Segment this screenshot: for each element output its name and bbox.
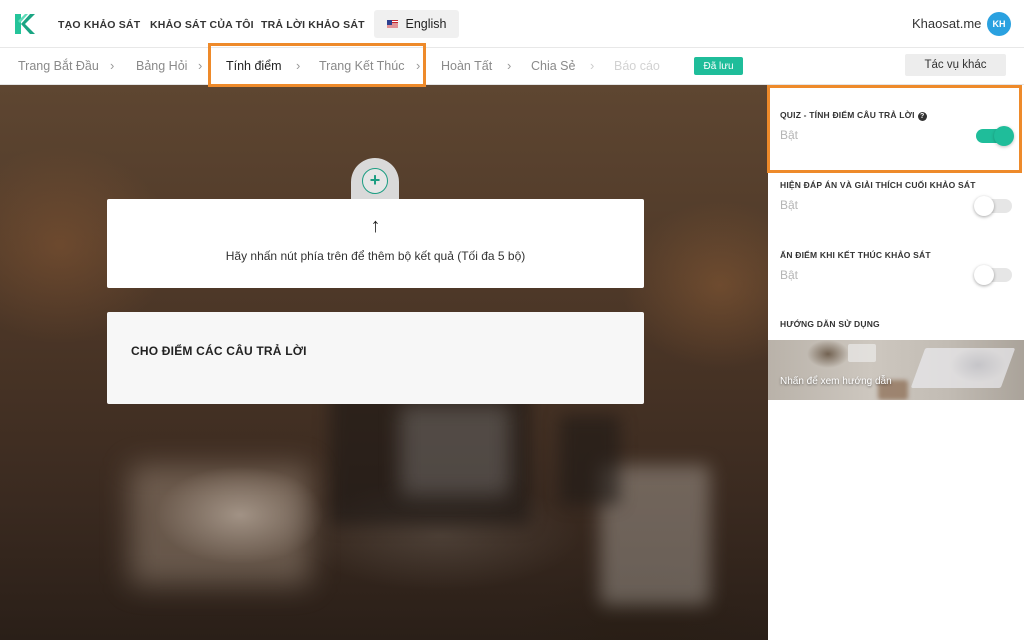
setting-show-answers-value: Bật	[780, 198, 799, 212]
quiz-scoring-toggle[interactable]	[976, 126, 1014, 146]
plus-circle-icon[interactable]: +	[362, 168, 388, 194]
user-guide-banner[interactable]: Nhấn để xem hướng dẫn	[768, 340, 1024, 400]
us-flag-icon	[386, 20, 398, 28]
chevron-right-icon: ›	[416, 58, 421, 73]
setting-hide-score-value: Bật	[780, 268, 799, 282]
step-start-page[interactable]: Trang Bắt Đầu	[18, 59, 99, 73]
chevron-right-icon: ›	[590, 58, 595, 73]
nav-answer-survey[interactable]: TRẢ LỜI KHẢO SÁT	[261, 19, 365, 31]
user-avatar[interactable]: KH	[987, 12, 1011, 36]
chevron-right-icon: ›	[296, 58, 301, 73]
user-guide-title: HƯỚNG DẪN SỬ DỤNG	[780, 319, 880, 329]
khaosat-logo[interactable]	[12, 12, 36, 36]
arrow-up-icon: ↑	[370, 215, 381, 237]
language-button[interactable]: English	[374, 10, 459, 38]
setting-hide-score-title: ẨN ĐIỂM KHI KẾT THÚC KHẢO SÁT	[780, 250, 931, 260]
question-mark-icon[interactable]: ?	[917, 112, 927, 121]
hide-score-toggle[interactable]	[974, 265, 1012, 285]
nav-my-surveys[interactable]: KHẢO SÁT CỦA TÔI	[150, 19, 254, 31]
breadcrumb: Trang Bắt Đầu › Bảng Hỏi › Tính điểm › T…	[0, 48, 1024, 85]
chevron-right-icon: ›	[110, 58, 115, 73]
score-answers-card[interactable]: CHO ĐIỂM CÁC CÂU TRẢ LỜI	[107, 312, 644, 404]
score-answers-title: CHO ĐIỂM CÁC CÂU TRẢ LỜI	[131, 344, 307, 358]
saved-status-badge: Đã lưu	[694, 57, 743, 75]
toggle-knob	[974, 265, 994, 285]
step-end-page[interactable]: Trang Kết Thúc	[319, 59, 404, 73]
site-name[interactable]: Khaosat.me	[912, 16, 981, 31]
language-label: English	[405, 17, 447, 31]
chevron-right-icon: ›	[198, 58, 203, 73]
chevron-right-icon: ›	[507, 58, 512, 73]
step-scoring[interactable]: Tính điểm	[226, 59, 282, 73]
setting-quiz-title: QUIZ - TÍNH ĐIỂM CÂU TRẢ LỜI?	[780, 110, 927, 121]
top-navigation-bar: TẠO KHẢO SÁT KHẢO SÁT CỦA TÔI TRẢ LỜI KH…	[0, 0, 1024, 48]
user-guide-cta: Nhấn để xem hướng dẫn	[780, 376, 892, 387]
step-complete[interactable]: Hoàn Tất	[441, 59, 492, 73]
setting-quiz-value: Bật	[780, 128, 799, 142]
step-report: Báo cáo	[614, 59, 660, 73]
add-result-hint: Hãy nhấn nút phía trên để thêm bộ kết qu…	[225, 249, 526, 263]
settings-sidebar: QUIZ - TÍNH ĐIỂM CÂU TRẢ LỜI? Bật HIỆN Đ…	[768, 85, 1024, 640]
show-answers-toggle[interactable]	[974, 196, 1012, 216]
toggle-knob	[994, 126, 1014, 146]
setting-show-answers-title: HIỆN ĐÁP ÁN VÀ GIẢI THÍCH CUỐI KHẢO SÁT	[780, 180, 976, 190]
other-actions-button[interactable]: Tác vụ khác	[905, 54, 1006, 76]
toggle-knob	[974, 196, 994, 216]
step-share[interactable]: Chia Sẻ	[531, 59, 575, 73]
step-questionnaire[interactable]: Bảng Hỏi	[136, 59, 187, 73]
nav-create-survey[interactable]: TẠO KHẢO SÁT	[58, 19, 140, 31]
result-sets-card: ↑ Hãy nhấn nút phía trên để thêm bộ kết …	[107, 199, 644, 288]
